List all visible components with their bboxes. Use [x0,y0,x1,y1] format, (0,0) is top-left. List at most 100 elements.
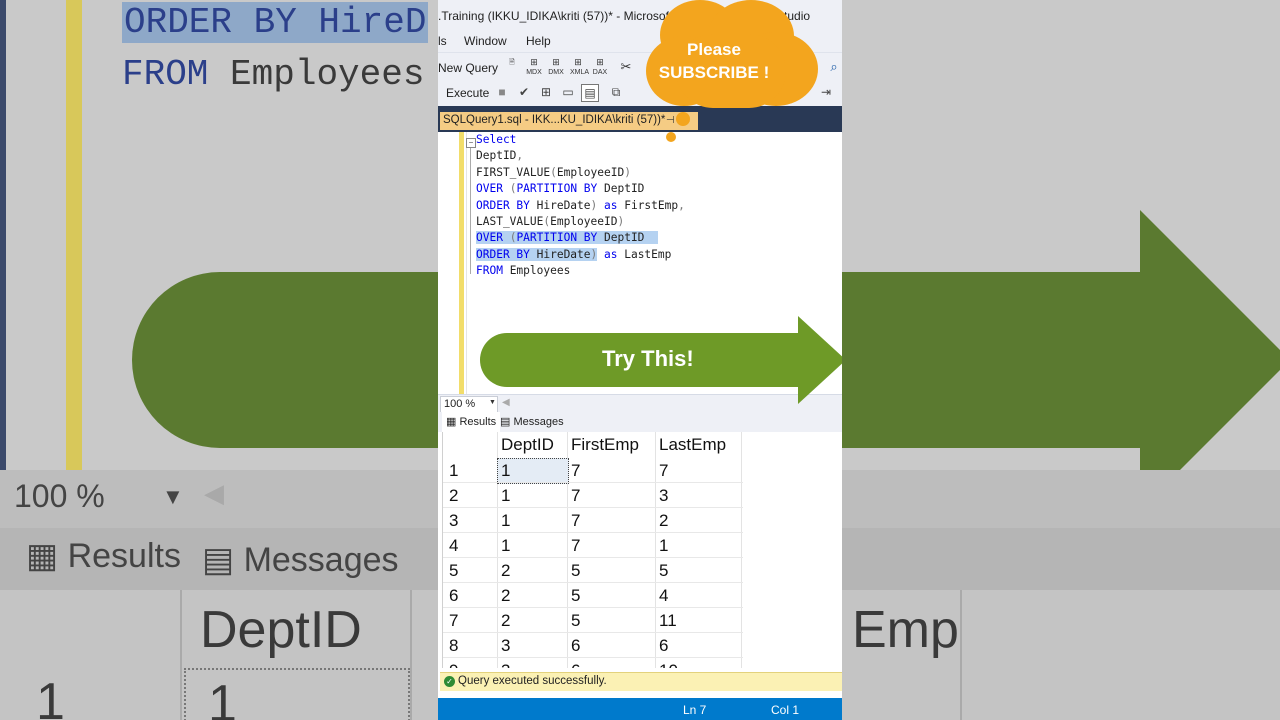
column-header-firstemp[interactable]: FirstEmp [571,432,639,458]
bg-arrow-head [1140,210,1280,510]
column-number: Col 1 [771,703,800,717]
grid-cell[interactable]: 3 [501,658,510,668]
grid-cell[interactable]: 4 [659,583,668,608]
code-token: HireDate [529,198,591,212]
dax-query-icon[interactable]: ⊞ DAX [592,58,608,77]
menu-window[interactable]: Window [464,34,507,48]
document-tab-sqlquery1[interactable]: SQLQuery1.sql - IKK...KU_IDIKA\kriti (57… [440,112,698,130]
grid-cell[interactable]: 7 [571,508,580,533]
grid-cell[interactable]: 7 [571,483,580,508]
row-number[interactable]: 1 [449,458,458,483]
tab-results[interactable]: ▦ Results [442,412,501,432]
column-header-deptid[interactable]: DeptID [501,432,554,458]
query-status-message: Query executed successfully. [458,675,607,687]
results-to-grid-icon[interactable]: ▤ [581,84,599,102]
tab-results-label: Results [459,416,497,428]
grid-cell[interactable]: 5 [571,583,580,608]
new-query-button[interactable]: New Query [438,61,498,75]
try-this-arrow: Try This! [480,316,842,406]
grid-cell[interactable]: 6 [571,633,580,658]
dmx-query-icon[interactable]: ⊞ DMX [548,58,564,77]
query-options-icon[interactable]: ▭ [560,84,576,100]
collapse-icon[interactable]: − [466,138,476,148]
bg-from-keyword: FROM [122,54,209,95]
search-icon[interactable]: ⌕ [826,58,842,76]
grid-cell[interactable]: 2 [501,558,510,583]
code-line[interactable]: Select [476,132,516,148]
row-number[interactable]: 8 [449,633,458,658]
bg-selected-cell: 1 [184,668,410,720]
parse-check-icon[interactable]: ✔ [516,84,532,100]
xmla-label: XMLA [570,69,590,76]
bg-zoom-level: 100 % [14,478,105,514]
row-number[interactable]: 3 [449,508,458,533]
grid-cell[interactable]: 7 [571,458,580,483]
code-token: as [597,247,618,261]
code-line[interactable]: DeptID, [476,148,523,164]
grid-cell[interactable]: 7 [571,533,580,558]
pin-icon[interactable]: ⊣ [666,115,675,126]
code-line[interactable]: OVER (PARTITION BY DeptID [476,181,644,197]
grid-cell[interactable]: 6 [571,658,580,668]
grid-cell[interactable]: 1 [501,533,510,558]
query-file-icon[interactable]: 🗎 [504,58,520,76]
code-line[interactable]: ORDER BY HireDate) as LastEmp [476,247,671,263]
code-token: ORDER BY [476,247,530,261]
code-token: OVER [476,231,503,245]
grid-cell[interactable]: 5 [659,558,668,583]
grid-cell[interactable]: 1 [501,458,510,483]
grid-cell[interactable]: 1 [501,508,510,533]
row-number[interactable]: 2 [449,483,458,508]
row-number[interactable]: 4 [449,533,458,558]
code-token: HireDate [529,247,591,261]
grid-cell[interactable]: 7 [659,458,668,483]
bg-cell-value: 1 [208,675,237,720]
code-line[interactable]: OVER (PARTITION BY DeptID [476,230,658,246]
stop-icon[interactable]: ■ [494,84,510,100]
menu-tools[interactable]: ls [438,34,447,48]
code-token: ( [502,231,517,245]
grid-cell[interactable]: 2 [501,583,510,608]
row-number[interactable]: 9 [449,658,458,668]
code-token: ( [550,165,557,179]
row-number[interactable]: 6 [449,583,458,608]
tab-messages[interactable]: ▤ Messages [500,412,564,432]
code-token: , [516,149,524,163]
row-number[interactable]: 7 [449,608,458,633]
grid-cell[interactable]: 3 [659,483,668,508]
grid-cell[interactable]: 3 [501,633,510,658]
grid-cell[interactable]: 5 [571,558,580,583]
grid-row-divider [443,657,743,658]
grid-cell[interactable]: 6 [659,633,668,658]
grid-cell[interactable]: 2 [501,608,510,633]
results-grid[interactable]: DeptID FirstEmp LastEmp 1177217331724171… [442,432,842,668]
grid-cell[interactable]: 1 [659,533,668,558]
bg-scroll-left-icon: ◀ [204,478,224,508]
grid-cell[interactable]: 11 [659,608,677,633]
code-line[interactable]: FIRST_VALUE(EmployeeID) [476,165,631,181]
code-line[interactable]: LAST_VALUE(EmployeeID) [476,214,624,230]
code-token: FIRST_VALUE [476,165,551,179]
cut-icon[interactable]: ✂ [618,58,634,76]
code-token: Employees [502,264,571,278]
grid-row-divider [443,582,743,583]
grid-cell[interactable]: 2 [659,508,668,533]
dmx-label: DMX [548,69,564,76]
xmla-query-icon[interactable]: ⊞ XMLA [570,58,590,77]
execute-button[interactable]: Execute [446,86,489,100]
tab-messages-label: Messages [513,416,564,428]
code-line[interactable]: ORDER BY HireDate) as FirstEmp, [476,198,685,214]
code-token: , [678,198,685,212]
mdx-query-icon[interactable]: ⊞ MDX [526,58,542,77]
grid-cell[interactable]: 1 [501,483,510,508]
display-plan-icon[interactable]: ⊞ [538,84,554,100]
code-line[interactable]: FROM Employees [476,263,570,279]
grid-cell[interactable]: 10 [659,658,678,668]
row-number[interactable]: 5 [449,558,458,583]
menu-help[interactable]: Help [526,34,551,48]
include-plan-icon[interactable]: ⧉ [608,84,624,100]
column-header-lastemp[interactable]: LastEmp [659,432,726,458]
code-token: ) [624,165,631,179]
grid-cell[interactable]: 5 [571,608,580,633]
subscribe-line-2: SUBSCRIBE ! [658,63,770,82]
